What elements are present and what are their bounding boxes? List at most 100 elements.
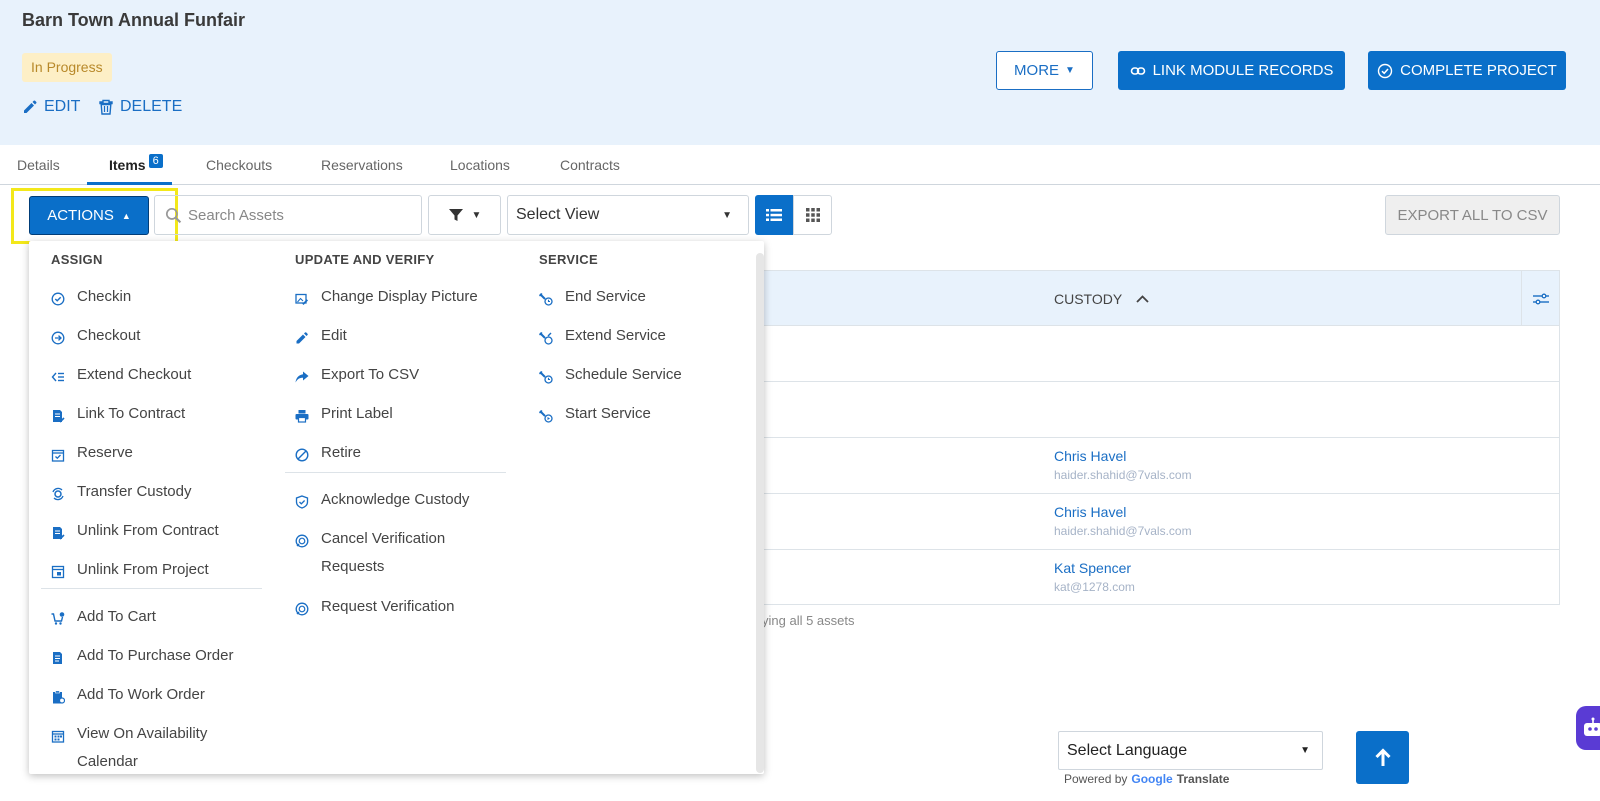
menu-item-reserve[interactable]: Reserve	[51, 444, 133, 467]
ban-icon	[295, 448, 309, 462]
calendar-check-icon	[51, 449, 65, 462]
tab-reservations[interactable]: Reservations	[321, 157, 403, 173]
project-header: Barn Town Annual Funfair In Progress EDI…	[0, 0, 1600, 145]
select-language-dropdown[interactable]: Select Language ▼	[1058, 731, 1323, 770]
menu-item-extend-checkout[interactable]: Extend Checkout	[51, 366, 191, 389]
menu-item-unlink-from-project[interactable]: Unlink From Project	[51, 561, 209, 584]
menu-item-schedule-service[interactable]: Schedule Service	[539, 366, 682, 389]
complete-project-button[interactable]: COMPLETE PROJECT	[1368, 51, 1566, 90]
grid-view-toggle[interactable]	[793, 195, 832, 235]
caret-down-icon: ▼	[722, 209, 732, 221]
menu-item-export-to-csv[interactable]: Export To CSV	[295, 366, 419, 389]
menu-item-label: Link To Contract	[77, 405, 186, 422]
custody-column-header[interactable]: CUSTODY	[1054, 291, 1149, 307]
tab-details[interactable]: Details	[17, 157, 60, 173]
menu-item-add-to-purchase-order[interactable]: Add To Purchase Order	[51, 647, 233, 670]
custody-email: kat@1278.com	[1054, 580, 1135, 594]
filter-button[interactable]: ▼	[428, 195, 501, 235]
menu-item-checkout[interactable]: Checkout	[51, 327, 140, 350]
arrow-up-icon	[1374, 747, 1391, 766]
tab-items[interactable]: Items 6	[109, 154, 163, 173]
edit-link[interactable]: EDIT	[22, 98, 80, 116]
custody-name[interactable]: Kat Spencer	[1054, 560, 1131, 576]
active-tab-indicator	[87, 182, 172, 185]
table-row[interactable]: Chris Havel haider.shahid@7vals.com	[761, 494, 1559, 550]
items-count-badge: 6	[148, 154, 163, 168]
custody-name[interactable]: Chris Havel	[1054, 448, 1126, 464]
chevron-up-icon	[1136, 295, 1149, 303]
purchase-order-icon	[53, 652, 62, 664]
table-row[interactable]: Kat Spencer kat@1278.com	[761, 550, 1559, 606]
tab-checkouts[interactable]: Checkouts	[206, 157, 272, 173]
custody-email: haider.shahid@7vals.com	[1054, 524, 1192, 538]
menu-item-request-verification[interactable]: Request Verification	[295, 598, 454, 621]
menu-item-extend-service[interactable]: Extend Service	[539, 327, 666, 350]
select-view-value: Select View	[516, 206, 600, 223]
menu-item-checkin[interactable]: Checkin	[51, 288, 131, 311]
menu-item-label-line1: View On Availability	[77, 725, 208, 742]
complete-project-label: COMPLETE PROJECT	[1400, 62, 1557, 79]
project-title: Barn Town Annual Funfair	[22, 10, 245, 30]
menu-item-add-to-cart[interactable]: Add To Cart	[51, 608, 156, 631]
filter-icon	[448, 209, 463, 221]
table-row[interactable]	[761, 326, 1559, 382]
contract-unlink-icon	[53, 527, 65, 540]
menu-item-label: Unlink From Project	[77, 561, 209, 578]
link-module-records-button[interactable]: LINK MODULE RECORDS	[1118, 51, 1345, 90]
table-row[interactable]: Chris Havel haider.shahid@7vals.com	[761, 438, 1559, 494]
custody-name[interactable]: Chris Havel	[1054, 504, 1126, 520]
delete-link[interactable]: DELETE	[98, 98, 182, 116]
menu-item-transfer-custody[interactable]: Transfer Custody	[51, 483, 192, 506]
menu-item-start-service[interactable]: Start Service	[539, 405, 651, 428]
table-footer-count: ying all 5 assets	[762, 613, 855, 628]
more-button[interactable]: MORE ▼	[996, 51, 1093, 90]
table-row[interactable]	[761, 382, 1559, 438]
search-input[interactable]	[188, 206, 408, 224]
wrench-clock-icon	[539, 293, 553, 306]
update-and-verify-heading: UPDATE AND VERIFY	[295, 252, 435, 267]
wrench-schedule-icon	[539, 371, 553, 384]
actions-label: ACTIONS	[47, 207, 114, 224]
chatbot-launcher[interactable]	[1576, 706, 1600, 750]
menu-item-label: Edit	[321, 327, 347, 344]
menu-item-add-to-work-order[interactable]: Add To Work Order	[51, 686, 205, 709]
translate-label: Translate	[1176, 772, 1230, 786]
tab-locations[interactable]: Locations	[450, 157, 510, 173]
assign-heading: ASSIGN	[51, 252, 103, 267]
menu-item-view-on-availability-calendar[interactable]: View On Availability Calendar	[51, 725, 208, 776]
menu-divider	[285, 472, 506, 473]
actions-button[interactable]: ACTIONS ▲	[29, 196, 149, 235]
menu-item-label: Extend Service	[565, 327, 666, 344]
select-view-dropdown[interactable]: Select View ▼	[507, 195, 749, 235]
menu-item-label: Extend Checkout	[77, 366, 192, 383]
menu-item-cancel-verification-requests[interactable]: Cancel Verification Requests	[295, 530, 445, 581]
scroll-to-top-button[interactable]	[1356, 731, 1409, 784]
contract-icon	[53, 410, 65, 423]
menu-item-label: Cancel Verification Requests	[321, 525, 445, 581]
menu-divider	[41, 588, 262, 589]
dropdown-scrollbar[interactable]	[756, 253, 764, 773]
menu-item-retire[interactable]: Retire	[295, 444, 361, 467]
column-settings-button[interactable]	[1521, 271, 1559, 326]
edit-label: EDIT	[44, 98, 81, 115]
trash-icon	[99, 99, 113, 115]
menu-item-label: Change Display Picture	[321, 288, 478, 305]
check-circle-icon	[1377, 63, 1393, 78]
menu-item-acknowledge-custody[interactable]: Acknowledge Custody	[295, 491, 469, 514]
menu-item-edit[interactable]: Edit	[295, 327, 347, 350]
search-box[interactable]	[154, 195, 422, 235]
menu-item-link-to-contract[interactable]: Link To Contract	[51, 405, 185, 428]
menu-item-change-display-picture[interactable]: Change Display Picture	[295, 288, 478, 311]
menu-item-end-service[interactable]: End Service	[539, 288, 646, 311]
search-icon	[165, 207, 182, 223]
wrench-start-icon	[539, 410, 553, 423]
menu-item-label: Add To Purchase Order	[77, 647, 234, 664]
export-all-csv-button[interactable]: EXPORT ALL TO CSV	[1385, 195, 1560, 235]
list-view-toggle[interactable]	[755, 195, 793, 235]
tab-contracts[interactable]: Contracts	[560, 157, 620, 173]
menu-item-print-label[interactable]: Print Label	[295, 405, 393, 428]
powered-by-google-translate: Powered by Google Translate	[1064, 772, 1229, 786]
robot-icon	[1584, 717, 1600, 736]
assets-table: CUSTODY Chris Havel haider.shahid@7vals.…	[760, 270, 1560, 605]
menu-item-unlink-from-contract[interactable]: Unlink From Contract	[51, 522, 219, 545]
